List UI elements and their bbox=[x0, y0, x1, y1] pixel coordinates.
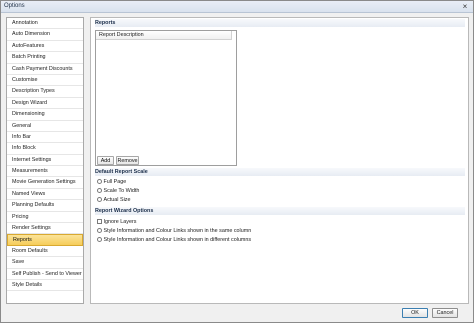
reports-section-header: Reports bbox=[95, 19, 465, 27]
sidebar-item-style-details[interactable]: Style Details bbox=[7, 280, 83, 292]
different-columns-radio[interactable] bbox=[97, 237, 102, 242]
sidebar-item-dimensioning[interactable]: Dimensioning bbox=[7, 109, 83, 121]
sidebar-item-autofeatures[interactable]: AutoFeatures bbox=[7, 41, 83, 53]
sidebar-item-pricing[interactable]: Pricing bbox=[7, 212, 83, 224]
actual-size-label: Actual Size bbox=[103, 197, 131, 203]
scale-to-width-option[interactable]: Scale To Width bbox=[97, 187, 139, 195]
ignore-layers-option[interactable]: Ignore Layers bbox=[97, 218, 136, 226]
sidebar-item-internet-settings[interactable]: Internet Settings bbox=[7, 155, 83, 167]
sidebar-item-planning-defaults[interactable]: Planning Defaults bbox=[7, 200, 83, 212]
options-dialog: Options × Annotation Auto Dimension Auto… bbox=[0, 0, 474, 323]
window-title: Options bbox=[4, 3, 25, 9]
full-page-label: Full Page bbox=[103, 179, 127, 185]
sidebar-item-annotation[interactable]: Annotation bbox=[7, 18, 83, 30]
add-button[interactable]: Add bbox=[97, 156, 114, 165]
sidebar-item-self-publish[interactable]: Self Publish - Send to Viewer bbox=[7, 269, 83, 280]
sidebar-item-description-types[interactable]: Description Types bbox=[7, 86, 83, 98]
report-description-column-header[interactable]: Report Description bbox=[96, 31, 232, 40]
sidebar-item-general[interactable]: General bbox=[7, 121, 83, 132]
sidebar-item-batch-printing[interactable]: Batch Printing bbox=[7, 52, 83, 64]
remove-button[interactable]: Remove bbox=[116, 156, 139, 165]
sidebar-item-save[interactable]: Save bbox=[7, 257, 83, 269]
sidebar-item-render-settings[interactable]: Render Settings bbox=[7, 223, 83, 235]
ignore-layers-checkbox[interactable] bbox=[97, 219, 102, 224]
different-columns-option[interactable]: Style Information and Colour Links shown… bbox=[97, 236, 251, 244]
actual-size-radio[interactable] bbox=[97, 197, 102, 202]
same-column-label: Style Information and Colour Links shown… bbox=[103, 228, 252, 234]
cancel-button[interactable]: Cancel bbox=[432, 308, 458, 318]
default-report-scale-header: Default Report Scale bbox=[95, 168, 465, 176]
sidebar-item-movie-generation-settings[interactable]: Movie Generation Settings bbox=[7, 177, 83, 189]
sidebar-item-info-bar[interactable]: Info Bar bbox=[7, 132, 83, 144]
sidebar-item-customise[interactable]: Customise bbox=[7, 75, 83, 87]
ignore-layers-label: Ignore Layers bbox=[103, 219, 137, 225]
close-icon[interactable]: × bbox=[460, 2, 470, 11]
sidebar-item-named-views[interactable]: Named Views bbox=[7, 189, 83, 201]
reports-settings-panel: Reports Report Description Add Remove De… bbox=[90, 17, 469, 304]
scale-to-width-radio[interactable] bbox=[97, 188, 102, 193]
different-columns-label: Style Information and Colour Links shown… bbox=[103, 237, 252, 243]
title-bar: Options × bbox=[1, 1, 473, 13]
sidebar-item-design-wizard[interactable]: Design Wizard bbox=[7, 98, 83, 110]
sidebar-item-reports[interactable]: Reports bbox=[7, 234, 83, 246]
same-column-radio[interactable] bbox=[97, 228, 102, 233]
sidebar-item-room-defaults[interactable]: Room Defaults bbox=[7, 246, 83, 258]
actual-size-option[interactable]: Actual Size bbox=[97, 196, 130, 204]
same-column-option[interactable]: Style Information and Colour Links shown… bbox=[97, 227, 251, 235]
sidebar-item-auto-dimension[interactable]: Auto Dimension bbox=[7, 29, 83, 41]
full-page-option[interactable]: Full Page bbox=[97, 178, 126, 186]
report-wizard-options-header: Report Wizard Options bbox=[95, 207, 465, 215]
sidebar-item-cash-payment-discounts[interactable]: Cash Payment Discounts bbox=[7, 64, 83, 75]
report-description-list[interactable]: Report Description bbox=[95, 30, 237, 166]
options-category-list: Annotation Auto Dimension AutoFeatures B… bbox=[6, 17, 84, 304]
ok-button[interactable]: OK bbox=[402, 308, 428, 318]
sidebar-item-info-block[interactable]: Info Block bbox=[7, 143, 83, 155]
full-page-radio[interactable] bbox=[97, 179, 102, 184]
scale-to-width-label: Scale To Width bbox=[103, 188, 140, 194]
sidebar-item-measurements[interactable]: Measurements bbox=[7, 166, 83, 178]
